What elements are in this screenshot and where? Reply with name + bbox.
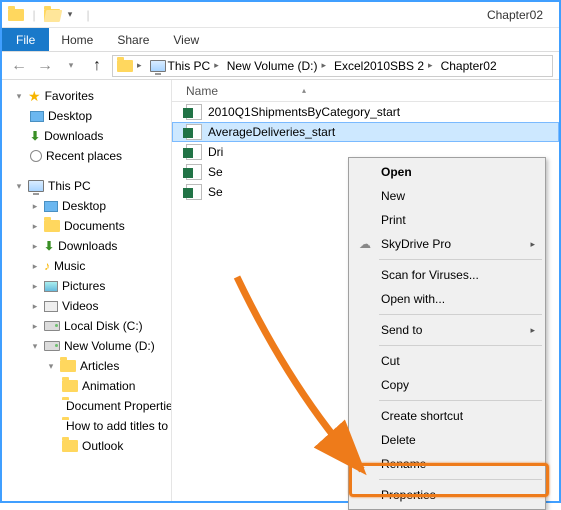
navigation-pane[interactable]: ▾★Favorites Desktop ⬇Downloads Recent pl… (2, 80, 172, 501)
drive-icon (44, 341, 60, 351)
separator (379, 345, 542, 346)
share-tab[interactable]: Share (105, 28, 161, 51)
tree-downloads[interactable]: ⬇Downloads (2, 126, 171, 146)
window-title: Chapter02 (102, 8, 553, 22)
ctx-copy[interactable]: Copy (351, 373, 543, 397)
ctx-rename[interactable]: Rename (351, 452, 543, 476)
ctx-open-with[interactable]: Open with... (351, 287, 543, 311)
pictures-icon (44, 281, 58, 292)
excel-file-icon (186, 184, 202, 200)
ctx-create-shortcut[interactable]: Create shortcut (351, 404, 543, 428)
back-button[interactable]: ← (8, 55, 30, 77)
tree-article-outlook[interactable]: Outlook (2, 436, 171, 456)
ctx-scan[interactable]: Scan for Viruses... (351, 263, 543, 287)
tree-this-pc[interactable]: ▾This PC (2, 176, 171, 196)
tree-pc-videos[interactable]: ▸Videos (2, 296, 171, 316)
ctx-cut[interactable]: Cut (351, 349, 543, 373)
chevron-down-icon[interactable]: ▾ (62, 7, 78, 23)
tree-pc-pictures[interactable]: ▸Pictures (2, 276, 171, 296)
ctx-send-to[interactable]: Send to (351, 318, 543, 342)
folder-icon (60, 360, 76, 372)
view-tab[interactable]: View (161, 28, 211, 51)
ctx-open[interactable]: Open (351, 160, 543, 184)
tree-local-disk[interactable]: ▸Local Disk (C:) (2, 316, 171, 336)
ctx-new[interactable]: New (351, 184, 543, 208)
tree-article-docprops[interactable]: Document Properties in Excel (2, 396, 171, 416)
excel-file-icon (186, 124, 202, 140)
music-icon: ♪ (44, 259, 50, 273)
forward-button: → (34, 55, 56, 77)
excel-file-icon (186, 104, 202, 120)
ctx-print[interactable]: Print (351, 208, 543, 232)
tree-pc-downloads[interactable]: ▸⬇Downloads (2, 236, 171, 256)
tree-new-volume[interactable]: ▾New Volume (D:) (2, 336, 171, 356)
ctx-skydrive[interactable]: ☁SkyDrive Pro (351, 232, 543, 256)
folder-icon (8, 7, 24, 23)
ctx-properties[interactable]: Properties (351, 483, 543, 507)
recent-locations-button[interactable]: ▾ (60, 55, 82, 77)
tree-pc-documents[interactable]: ▸Documents (2, 216, 171, 236)
desktop-icon (30, 111, 44, 122)
context-menu: Open New Print ☁SkyDrive Pro Scan for Vi… (348, 157, 546, 510)
folder-icon (62, 440, 78, 452)
download-icon: ⬇ (44, 239, 54, 253)
tree-article-titles[interactable]: How to add titles to Excel charts (2, 416, 171, 436)
tree-favorites[interactable]: ▾★Favorites (2, 86, 171, 106)
tree-article-animation[interactable]: Animation (2, 376, 171, 396)
tree-articles[interactable]: ▾Articles (2, 356, 171, 376)
desktop-icon (44, 201, 58, 212)
address-bar: ← → ▾ ↑ ▸ This PC▸ New Volume (D:)▸ Exce… (2, 52, 559, 80)
folder-icon (44, 220, 60, 232)
separator (379, 259, 542, 260)
crumb-folder[interactable]: Excel2010SBS 2 (334, 59, 424, 73)
quick-access-toolbar: | ▾ | (8, 7, 96, 23)
chevron-right-icon[interactable]: ▸ (212, 60, 221, 71)
excel-file-icon (186, 144, 202, 160)
title-bar: | ▾ | Chapter02 (2, 2, 559, 28)
up-button[interactable]: ↑ (86, 55, 108, 77)
column-name[interactable]: Name (186, 84, 218, 98)
separator (379, 479, 542, 480)
qat-separator: | (80, 7, 96, 23)
separator (379, 314, 542, 315)
column-header[interactable]: Name ▴ (172, 80, 559, 102)
chevron-right-icon[interactable]: ▸ (319, 60, 328, 71)
clock-icon (30, 150, 42, 162)
cloud-icon: ☁ (357, 236, 373, 252)
pc-icon (150, 58, 166, 74)
sort-indicator-icon: ▴ (302, 86, 306, 95)
videos-icon (44, 301, 58, 312)
pc-icon (28, 180, 44, 192)
folder-icon (117, 58, 133, 74)
download-icon: ⬇ (30, 129, 40, 143)
tree-pc-music[interactable]: ▸♪Music (2, 256, 171, 276)
chevron-right-icon[interactable]: ▸ (426, 60, 435, 71)
crumb-current[interactable]: Chapter02 (441, 59, 497, 73)
file-tab[interactable]: File (2, 28, 49, 51)
chevron-right-icon[interactable]: ▸ (135, 60, 144, 71)
tree-recent[interactable]: Recent places (2, 146, 171, 166)
crumb-volume[interactable]: New Volume (D:) (227, 59, 318, 73)
crumb-this-pc[interactable]: This PC (168, 59, 211, 73)
list-item[interactable]: 2010Q1ShipmentsByCategory_start (172, 102, 559, 122)
separator (379, 400, 542, 401)
tree-pc-desktop[interactable]: ▸Desktop (2, 196, 171, 216)
qat-separator: | (26, 7, 42, 23)
home-tab[interactable]: Home (49, 28, 105, 51)
breadcrumb[interactable]: ▸ This PC▸ New Volume (D:)▸ Excel2010SBS… (112, 55, 553, 77)
tree-desktop[interactable]: Desktop (2, 106, 171, 126)
excel-file-icon (186, 164, 202, 180)
list-item[interactable]: AverageDeliveries_start (172, 122, 559, 142)
ctx-delete[interactable]: Delete (351, 428, 543, 452)
ribbon-tabs: File Home Share View (2, 28, 559, 52)
drive-icon (44, 321, 60, 331)
folder-icon (62, 380, 78, 392)
folder-open-icon[interactable] (44, 7, 60, 23)
star-icon: ★ (28, 88, 41, 105)
